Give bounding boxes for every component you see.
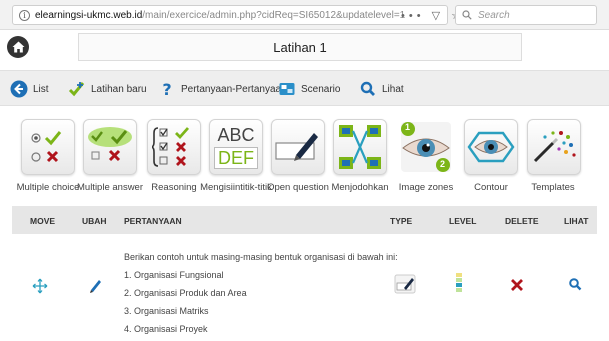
question-text: Berikan contoh untuk masing-masing bentu… [124,248,398,338]
contour-label: Contour [474,182,508,193]
magnifier-icon [569,278,582,291]
multiple-choice-icon [31,131,62,163]
address-bar[interactable]: i elearningsi-ukmc.web.id /main/exercice… [12,5,448,25]
pocket-icon[interactable]: ▽ [432,10,444,22]
reasoning-icon [152,127,190,167]
page-actions-icon[interactable]: ••• [401,10,425,22]
question-icon: ? [158,80,176,98]
scenario-link[interactable]: Scenario [278,79,340,99]
preview-icon [359,80,377,98]
col-level: LEVEL [449,216,477,226]
col-move: MOVE [30,216,56,226]
question-option: 1. Organisasi Fungsional [124,270,224,280]
col-question: PERTANYAAN [124,216,182,226]
new-exercise-icon [68,80,86,98]
level-bar-icon [456,273,462,292]
fill-blanks-abc: ABC [217,125,255,145]
contour-icon [467,131,515,163]
fill-blanks-button[interactable]: ABC DEF [209,119,263,175]
questions-link[interactable]: ? Pertanyaan-Pertanyaan [158,79,287,99]
search-placeholder: Search [478,9,510,21]
move-handle[interactable] [32,278,48,294]
list-label: List [33,83,49,95]
image-zones-button[interactable]: 1 2 [399,119,453,175]
question-prompt: Berikan contoh untuk masing-masing bentu… [124,252,398,262]
url-path: /main/exercice/admin.php?cidReq=SI65012&… [142,9,406,21]
view-button[interactable] [568,277,582,291]
delete-cross-icon [511,279,523,291]
multiple-answer-label: Multiple answer [77,182,143,193]
matching-button[interactable] [333,119,387,175]
new-exercise-link[interactable]: Latihan baru [68,79,147,99]
site-info-icon[interactable]: i [19,9,30,21]
reasoning-button[interactable] [147,119,201,175]
zone-badge-1: 1 [405,122,411,132]
col-edit: UBAH [82,216,107,226]
multiple-choice-label: Multiple choice [16,182,80,193]
open-question-label: Open question [267,182,329,193]
delete-button[interactable] [511,279,523,291]
url-host: elearningsi-ukmc.web.id [35,9,143,21]
fill-blanks-label: Mengisiintitik-titik [200,182,272,193]
preview-label: Lihat [382,83,404,95]
scenario-label: Scenario [301,83,341,95]
search-input[interactable]: Search [455,5,597,25]
question-type-indicator [394,274,416,294]
reasoning-label: Reasoning [151,182,197,193]
image-zones-label: Image zones [398,182,454,193]
fill-blanks-def: DEF [214,147,258,169]
new-exercise-label: Latihan baru [91,83,147,95]
question-option: 2. Organisasi Produk dan Area [124,288,247,298]
multiple-answer-button[interactable] [83,119,137,175]
move-arrows-icon [32,278,48,294]
table-header: MOVE UBAH PERTANYAAN TYPE LEVEL DELETE L… [12,206,597,234]
svg-text:?: ? [162,80,171,98]
page-title-bar: Latihan 1 [78,33,522,61]
table-row: Berikan contoh untuk masing-masing bentu… [12,234,597,334]
list-link[interactable]: List [10,79,49,99]
question-option: 4. Organisasi Proyek [124,324,208,334]
col-type: TYPE [390,216,413,226]
matching-label: Menjodohkan [331,182,389,193]
multiple-answer-icon [88,127,132,162]
scenario-icon [278,80,296,98]
action-toolbar: List Latihan baru ? Pertanyaan-Pertanyaa… [0,70,609,106]
pencil-icon [90,280,101,293]
open-question-type-icon [394,274,416,294]
home-icon [12,41,24,53]
edit-button[interactable] [88,277,102,293]
search-icon [462,10,472,20]
level-indicator [455,272,463,296]
page-title: Latihan 1 [273,39,327,55]
matching-icon [339,125,381,169]
browser-toolbar: i elearningsi-ukmc.web.id /main/exercice… [0,0,609,30]
templates-label: Templates [531,182,575,193]
templates-icon [533,131,576,163]
home-button[interactable] [7,36,29,58]
preview-link[interactable]: Lihat [359,79,404,99]
zone-badge-2: 2 [440,159,446,169]
question-type-toolbar: Multiple choice Multiple answer Reasonin… [0,112,609,196]
fill-blanks-icon: ABC DEF [214,125,258,169]
col-delete: DELETE [505,216,539,226]
questions-table: MOVE UBAH PERTANYAAN TYPE LEVEL DELETE L… [12,206,597,334]
arrow-left-icon [10,80,28,98]
templates-button[interactable] [527,119,581,175]
multiple-choice-button[interactable] [21,119,75,175]
col-view: LIHAT [564,216,589,226]
open-question-button[interactable] [271,119,325,175]
contour-button[interactable] [464,119,518,175]
question-option: 3. Organisasi Matriks [124,306,209,316]
open-question-icon [275,133,318,161]
questions-label: Pertanyaan-Pertanyaan [181,83,287,95]
